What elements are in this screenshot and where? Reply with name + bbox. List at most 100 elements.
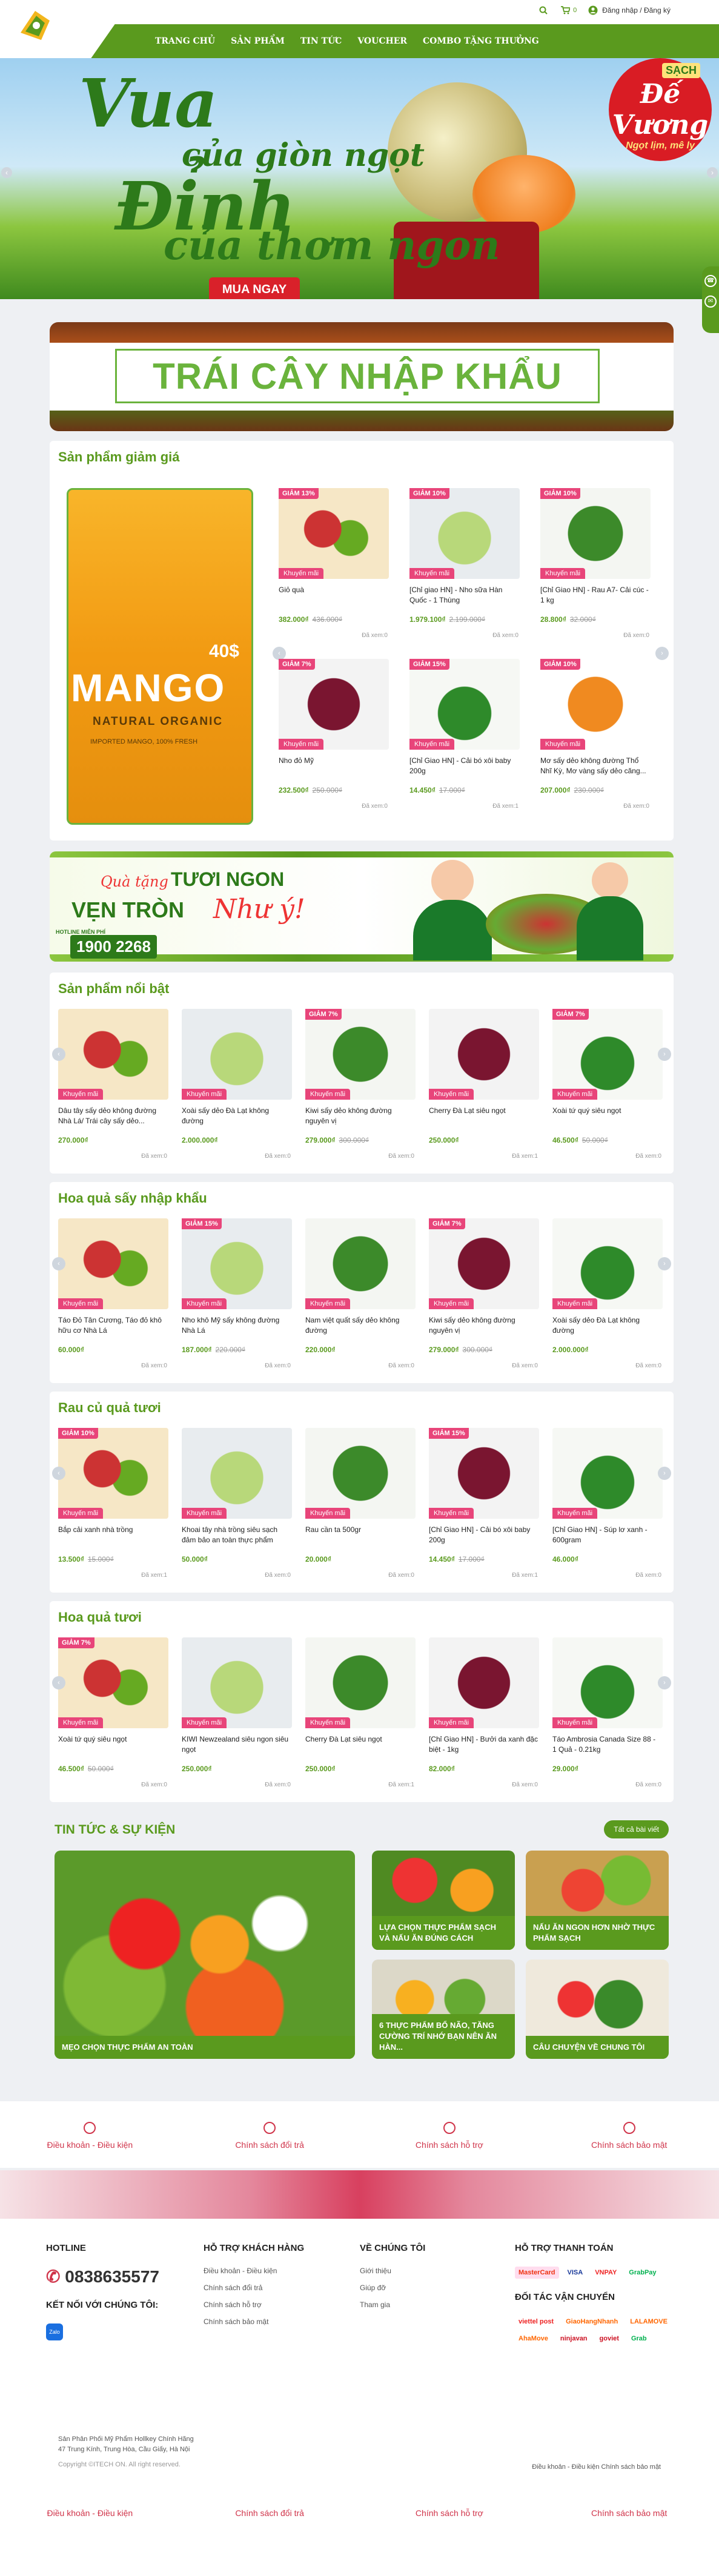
nav-home[interactable]: TRANG CHỦ — [155, 36, 231, 46]
product-image[interactable] — [182, 1009, 292, 1100]
product-image[interactable] — [552, 1428, 663, 1519]
product-card[interactable]: GIẢM 7% Khuyến mãi Kiwi sấy dẻo không đườn… — [425, 1218, 543, 1385]
product-name[interactable]: Cherry Đà Lạt siêu ngọt — [429, 1106, 538, 1126]
next-arrow-icon[interactable]: › — [658, 1676, 671, 1689]
product-card[interactable]: Khuyến mãi Táo Ambrosia Canada Size 88 - … — [549, 1637, 666, 1805]
product-image[interactable] — [279, 488, 389, 579]
product-card[interactable]: Khuyến mãi [Chỉ Giao HN] - Súp lơ xanh - … — [549, 1428, 666, 1595]
product-name[interactable]: Nam việt quất sấy dẻo không đường — [305, 1315, 414, 1336]
product-card[interactable]: Khuyến mãi Cherry Đà Lạt siêu ngọt 250.000… — [302, 1637, 419, 1805]
news-card[interactable]: LỰA CHỌN THỰC PHẨM SẠCH VÀ NẤU ĂN ĐÚNG C… — [372, 1851, 515, 1950]
product-name[interactable]: [Chỉ Giao HN] - Súp lơ xanh - 600gram — [552, 1525, 661, 1545]
support-link[interactable]: Chính sách bảo mật — [204, 2317, 304, 2326]
product-name[interactable]: [Chỉ giao HN] - Nho sữa Hàn Quốc - 1 Thù… — [409, 585, 519, 606]
product-card[interactable]: GIẢM 10% Khuyến mãi Bắp cải xanh nhà trồng… — [55, 1428, 172, 1595]
prev-arrow-icon[interactable]: ‹ — [52, 1467, 65, 1480]
product-image[interactable] — [305, 1009, 416, 1100]
phone-icon[interactable]: ☎ — [704, 275, 717, 287]
product-name[interactable]: [Chỉ Giao HN] - Bưởi da xanh đặc biệt - … — [429, 1734, 538, 1755]
next-arrow-icon[interactable]: › — [658, 1048, 671, 1061]
product-image[interactable] — [429, 1428, 539, 1519]
next-arrow-icon[interactable]: › — [658, 1257, 671, 1270]
product-name[interactable]: Táo Ambrosia Canada Size 88 - 1 Quả - 0.… — [552, 1734, 661, 1755]
policy-terms[interactable]: Điều khoản - Điều kiện — [0, 2101, 180, 2168]
product-card[interactable]: GIẢM 7% Khuyến mãi Xoài tứ quý siêu ngọt 46… — [55, 1637, 172, 1805]
product-name[interactable]: Dâu tây sấy dẻo không đường Nhà Lá/ Trái… — [58, 1106, 167, 1126]
product-card[interactable]: Khuyến mãi Dâu tây sấy dẻo không đường Nh… — [55, 1009, 172, 1176]
footer-bottom-links[interactable]: Điều khoản - Điều kiện Chính sách bảo mậ… — [532, 2463, 661, 2471]
product-name[interactable]: Nho đỏ Mỹ — [279, 756, 388, 776]
product-name[interactable]: Táo Đỏ Tân Cương, Táo đỏ khô hữu cơ Nhà … — [58, 1315, 167, 1336]
hero-banner[interactable]: Vua của giòn ngọt Đỉnh của thơm ngon MUA… — [0, 58, 719, 299]
product-card[interactable]: GIẢM 15% Khuyến mãi [Chỉ Giao HN] - Cải bó… — [406, 659, 523, 826]
zalo-icon[interactable]: Zalo — [46, 2323, 63, 2340]
product-name[interactable]: Xoài sấy dẻo Đà Lạt không đường — [182, 1106, 291, 1126]
all-news-button[interactable]: Tất cả bài viết — [604, 1820, 669, 1838]
policy-returns[interactable]: Chính sách đổi trả — [180, 2503, 360, 2576]
gift-promo-banner[interactable]: Quà tặng TƯƠI NGON VẸN TRÒN Như ý! HOTLI… — [50, 851, 674, 962]
product-image[interactable] — [58, 1637, 168, 1728]
product-name[interactable]: Cherry Đà Lạt siêu ngọt — [305, 1734, 414, 1755]
product-card[interactable]: Khuyến mãi Khoai tây nhà trồng siêu sạch … — [178, 1428, 296, 1595]
product-card[interactable]: Khuyến mãi Xoài sấy dẻo Đà Lạt không đườn… — [549, 1218, 666, 1385]
mango-ad[interactable]: 40$ MANGO NATURAL ORGANIC IMPORTED MANGO… — [67, 488, 253, 825]
product-card[interactable]: Khuyến mãi Táo Đỏ Tân Cương, Táo đỏ khô h… — [55, 1218, 172, 1385]
news-card[interactable]: CÂU CHUYỆN VỀ CHUNG TÔI — [526, 1960, 669, 2059]
policy-support[interactable]: Chính sách hỗ trợ — [360, 2101, 540, 2168]
next-arrow-icon[interactable]: › — [658, 1467, 671, 1480]
product-image[interactable] — [409, 659, 520, 750]
product-image[interactable] — [429, 1009, 539, 1100]
hero-next-arrow-icon[interactable]: › — [707, 167, 718, 178]
product-card[interactable]: Khuyến mãi Cherry Đà Lạt siêu ngọt 250.000… — [425, 1009, 543, 1176]
product-name[interactable]: Kiwi sấy dẻo không đường nguyên vị — [305, 1106, 414, 1126]
support-link[interactable]: Chính sách hỗ trợ — [204, 2300, 304, 2309]
policy-support[interactable]: Chính sách hỗ trợ — [360, 2503, 540, 2576]
product-name[interactable]: Xoài tứ quý siêu ngọt — [58, 1734, 167, 1755]
product-name[interactable]: [Chỉ Giao HN] - Cải bó xôi baby 200g — [429, 1525, 538, 1545]
product-card[interactable]: GIẢM 10% Khuyến mãi [Chỉ giao HN] - Nho sữ… — [406, 488, 523, 655]
product-name[interactable]: Rau cần ta 500gr — [305, 1525, 414, 1545]
login-register-link[interactable]: Đăng nhập / Đăng ký — [602, 6, 671, 15]
buy-now-button[interactable]: MUA NGAY — [209, 277, 300, 299]
product-image[interactable] — [540, 488, 651, 579]
product-card[interactable]: GIẢM 13% Khuyến mãi Giỏ quà 382.000₫ 436.000… — [275, 488, 393, 655]
support-link[interactable]: Chính sách đổi trả — [204, 2284, 304, 2292]
news-card[interactable]: 6 THỰC PHẨM BỔ NÃO, TĂNG CƯỜNG TRÍ NHỚ B… — [372, 1960, 515, 2059]
product-image[interactable] — [182, 1218, 292, 1309]
product-card[interactable]: GIẢM 7% Khuyến mãi Kiwi sấy dẻo không đườn… — [302, 1009, 419, 1176]
product-card[interactable]: Khuyến mãi KIWI Newzealand siêu ngon siêu… — [178, 1637, 296, 1805]
product-name[interactable]: [Chỉ Giao HN] - Cải bó xôi baby 200g — [409, 756, 519, 776]
product-image[interactable] — [305, 1428, 416, 1519]
nav-combo[interactable]: COMBO TẶNG THƯỞNG — [423, 36, 555, 46]
prev-arrow-icon[interactable]: ‹ — [52, 1048, 65, 1061]
product-card[interactable]: GIẢM 7% Khuyến mãi Nho đỏ Mỹ 232.500₫ 250.00… — [275, 659, 393, 826]
about-link[interactable]: Tham gia — [360, 2300, 425, 2309]
next-arrow-icon[interactable]: › — [655, 647, 669, 660]
footer-hotline[interactable]: ✆ 0838635577 — [46, 2267, 159, 2287]
product-name[interactable]: [Chỉ Giao HN] - Rau A7- Cải cúc - 1 kg — [540, 585, 649, 606]
nav-products[interactable]: SẢN PHẨM — [231, 36, 300, 46]
user-link[interactable]: Đăng nhập / Đăng ký — [588, 5, 671, 16]
product-card[interactable]: Khuyến mãi [Chỉ Giao HN] - Bưởi da xanh đ… — [425, 1637, 543, 1805]
product-image[interactable] — [58, 1009, 168, 1100]
site-logo[interactable] — [17, 8, 53, 42]
support-link[interactable]: Điều khoản - Điều kiện — [204, 2267, 304, 2275]
product-name[interactable]: Giỏ quà — [279, 585, 388, 606]
product-card[interactable]: GIẢM 15% Khuyến mãi [Chỉ Giao HN] - Cải bó… — [425, 1428, 543, 1595]
product-image[interactable] — [182, 1428, 292, 1519]
product-image[interactable] — [552, 1218, 663, 1309]
news-featured-card[interactable]: MẸO CHỌN THỰC PHẨM AN TOÀN — [55, 1851, 355, 2059]
product-image[interactable] — [552, 1637, 663, 1728]
product-card[interactable]: GIẢM 15% Khuyến mãi Nho khô Mỹ sấy không đ… — [178, 1218, 296, 1385]
product-card[interactable]: GIẢM 10% Khuyến mãi [Chỉ Giao HN] - Rau A7… — [537, 488, 654, 655]
product-image[interactable] — [429, 1218, 539, 1309]
prev-arrow-icon[interactable]: ‹ — [52, 1676, 65, 1689]
product-image[interactable] — [279, 659, 389, 750]
prev-arrow-icon[interactable]: ‹ — [52, 1257, 65, 1270]
cart-icon[interactable] — [560, 5, 571, 16]
policy-returns[interactable]: Chính sách đổi trả — [180, 2101, 360, 2168]
product-image[interactable] — [540, 659, 651, 750]
policy-privacy[interactable]: Chính sách bảo mật — [539, 2503, 719, 2576]
product-image[interactable] — [58, 1428, 168, 1519]
product-card[interactable]: Khuyến mãi Xoài sấy dẻo Đà Lạt không đườn… — [178, 1009, 296, 1176]
